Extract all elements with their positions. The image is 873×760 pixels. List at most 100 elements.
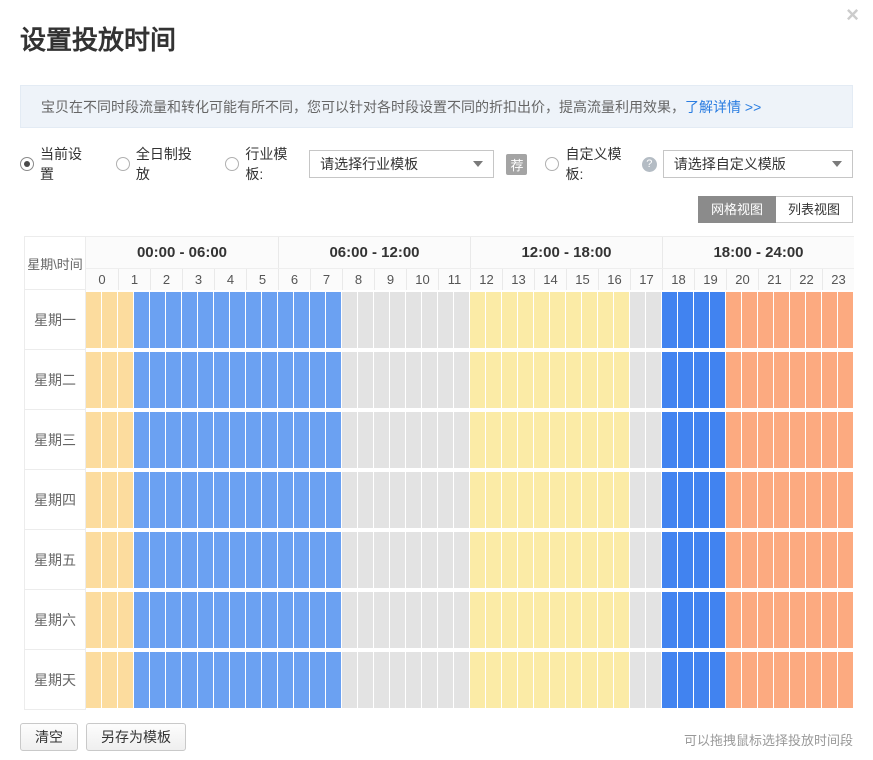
time-slot-cell[interactable]	[710, 412, 726, 468]
time-slot-cell[interactable]	[310, 532, 326, 588]
time-slot-cell[interactable]	[630, 592, 646, 648]
time-slot-cell[interactable]	[726, 472, 742, 528]
time-slot-cell[interactable]	[262, 292, 278, 348]
time-slot-cell[interactable]	[278, 292, 294, 348]
time-slot-cell[interactable]	[246, 652, 262, 708]
time-slot-cell[interactable]	[310, 652, 326, 708]
time-slot-cell[interactable]	[198, 472, 214, 528]
time-slot-cell[interactable]	[230, 292, 246, 348]
time-slot-cell[interactable]	[406, 592, 422, 648]
time-slot-cell[interactable]	[182, 592, 198, 648]
time-slot-cell[interactable]	[150, 652, 166, 708]
time-slot-cell[interactable]	[534, 592, 550, 648]
time-slot-cell[interactable]	[422, 352, 438, 408]
time-slot-cell[interactable]	[774, 352, 790, 408]
time-slot-cell[interactable]	[486, 472, 502, 528]
time-slot-cell[interactable]	[134, 292, 150, 348]
time-slot-cell[interactable]	[438, 592, 454, 648]
time-slot-cell[interactable]	[102, 532, 118, 588]
time-slot-cell[interactable]	[838, 292, 854, 348]
time-slot-cell[interactable]	[470, 652, 486, 708]
time-slot-cell[interactable]	[278, 592, 294, 648]
time-slot-cell[interactable]	[598, 652, 614, 708]
time-slot-cell[interactable]	[758, 652, 774, 708]
time-slot-cell[interactable]	[422, 592, 438, 648]
time-slot-cell[interactable]	[806, 412, 822, 468]
clear-button[interactable]: 清空	[20, 723, 78, 751]
time-slot-cell[interactable]	[374, 412, 390, 468]
time-slot-cell[interactable]	[742, 412, 758, 468]
time-slot-cell[interactable]	[118, 292, 134, 348]
time-slot-cell[interactable]	[86, 352, 102, 408]
time-slot-cell[interactable]	[374, 352, 390, 408]
time-slot-cell[interactable]	[678, 592, 694, 648]
time-slot-cell[interactable]	[822, 472, 838, 528]
time-slot-cell[interactable]	[758, 472, 774, 528]
time-slot-cell[interactable]	[550, 652, 566, 708]
time-slot-cell[interactable]	[470, 532, 486, 588]
time-slot-cell[interactable]	[86, 652, 102, 708]
time-slot-cell[interactable]	[534, 472, 550, 528]
time-slot-cell[interactable]	[134, 352, 150, 408]
time-slot-cell[interactable]	[518, 652, 534, 708]
option-fullday[interactable]: 全日制投放	[116, 144, 204, 184]
time-slot-cell[interactable]	[614, 472, 630, 528]
time-slot-cell[interactable]	[294, 292, 310, 348]
time-slot-cell[interactable]	[262, 652, 278, 708]
time-slot-cell[interactable]	[214, 352, 230, 408]
time-slot-cell[interactable]	[262, 472, 278, 528]
time-slot-cell[interactable]	[278, 352, 294, 408]
time-slot-cell[interactable]	[214, 472, 230, 528]
time-slot-cell[interactable]	[230, 592, 246, 648]
time-slot-cell[interactable]	[326, 412, 342, 468]
time-slot-cell[interactable]	[422, 472, 438, 528]
radio-fullday[interactable]	[116, 157, 130, 171]
time-slot-cell[interactable]	[582, 532, 598, 588]
time-slot-cell[interactable]	[630, 352, 646, 408]
time-slot-cell[interactable]	[678, 472, 694, 528]
time-slot-cell[interactable]	[150, 472, 166, 528]
time-slot-cell[interactable]	[406, 352, 422, 408]
time-slot-cell[interactable]	[118, 592, 134, 648]
time-slot-cell[interactable]	[422, 532, 438, 588]
time-slot-cell[interactable]	[438, 472, 454, 528]
time-slot-cell[interactable]	[454, 532, 470, 588]
time-slot-cell[interactable]	[182, 292, 198, 348]
time-slot-cell[interactable]	[662, 532, 678, 588]
time-slot-cell[interactable]	[454, 472, 470, 528]
time-slot-cell[interactable]	[630, 412, 646, 468]
time-slot-cell[interactable]	[502, 412, 518, 468]
time-slot-cell[interactable]	[598, 352, 614, 408]
time-slot-cell[interactable]	[86, 592, 102, 648]
time-slot-cell[interactable]	[454, 592, 470, 648]
time-slot-cell[interactable]	[390, 532, 406, 588]
time-slot-cell[interactable]	[742, 352, 758, 408]
time-slot-cell[interactable]	[246, 292, 262, 348]
time-slot-cell[interactable]	[134, 472, 150, 528]
time-slot-cell[interactable]	[646, 592, 662, 648]
time-slot-cell[interactable]	[806, 292, 822, 348]
time-slot-cell[interactable]	[486, 292, 502, 348]
time-slot-cell[interactable]	[790, 352, 806, 408]
time-slot-cell[interactable]	[438, 532, 454, 588]
time-slot-cell[interactable]	[214, 412, 230, 468]
time-slot-cell[interactable]	[310, 352, 326, 408]
time-slot-cell[interactable]	[790, 412, 806, 468]
time-slot-cell[interactable]	[150, 592, 166, 648]
time-slot-cell[interactable]	[150, 532, 166, 588]
time-slot-cell[interactable]	[678, 292, 694, 348]
time-slot-cell[interactable]	[262, 412, 278, 468]
industry-template-select[interactable]: 请选择行业模板	[309, 150, 494, 178]
time-slot-cell[interactable]	[790, 532, 806, 588]
time-slot-cell[interactable]	[390, 412, 406, 468]
time-slot-cell[interactable]	[662, 472, 678, 528]
time-slot-cell[interactable]	[470, 412, 486, 468]
time-slot-cell[interactable]	[230, 652, 246, 708]
time-slot-cell[interactable]	[390, 652, 406, 708]
time-slot-cell[interactable]	[838, 592, 854, 648]
time-slot-cell[interactable]	[166, 592, 182, 648]
time-slot-cell[interactable]	[630, 532, 646, 588]
time-slot-cell[interactable]	[294, 412, 310, 468]
time-slot-cell[interactable]	[662, 352, 678, 408]
time-slot-cell[interactable]	[358, 592, 374, 648]
